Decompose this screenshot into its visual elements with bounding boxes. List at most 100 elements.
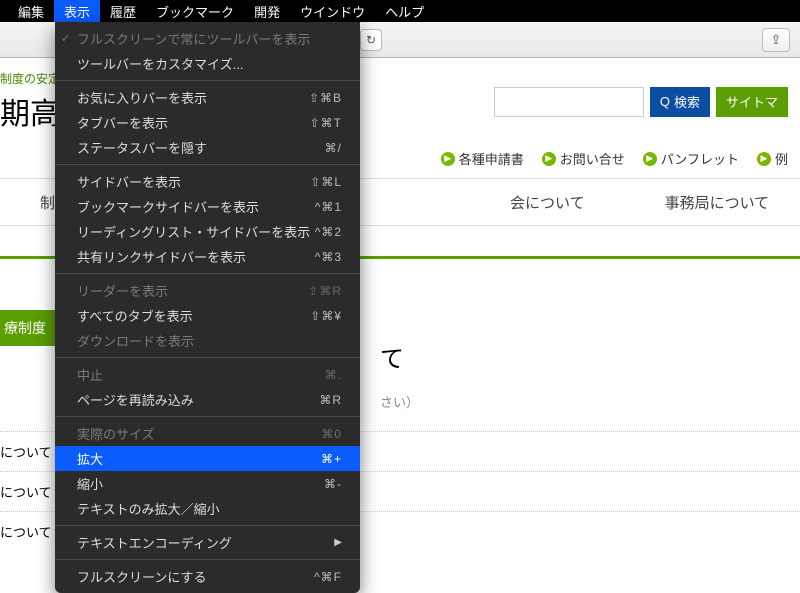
menubar-item-bookmarks[interactable]: ブックマーク: [146, 0, 244, 23]
quicklink-contact[interactable]: ▶ お問い合せ: [542, 149, 625, 168]
menu-item[interactable]: サイドバーを表示⇧⌘L: [55, 169, 360, 194]
submenu-arrow-icon: ▶: [334, 537, 342, 548]
menubar-item-window[interactable]: ウインドウ: [290, 0, 375, 23]
menu-item-shortcut: ⌘R: [319, 393, 342, 407]
menu-item-label: 拡大: [77, 449, 321, 468]
menu-item: 中止⌘.: [55, 362, 360, 387]
menu-item: ダウンロードを表示: [55, 328, 360, 353]
menu-item[interactable]: ページを再読み込み⌘R: [55, 387, 360, 412]
menu-item-label: ツールバーをカスタマイズ...: [77, 54, 342, 73]
menu-item-shortcut: ⇧⌘R: [308, 284, 342, 298]
menu-separator: [55, 525, 360, 526]
menu-item-label: ページを再読み込み: [77, 390, 319, 409]
menu-item[interactable]: ツールバーをカスタマイズ...: [55, 51, 360, 76]
hint-fragment: さい）: [380, 392, 800, 411]
menu-item[interactable]: 縮小⌘-: [55, 471, 360, 496]
quicklink-pamphlet[interactable]: ▶ パンフレット: [643, 149, 739, 168]
system-menubar: 編集 表示 履歴 ブックマーク 開発 ウインドウ ヘルプ: [0, 0, 800, 22]
quicklink-example[interactable]: ▶例: [757, 149, 788, 168]
menu-item[interactable]: お気に入りバーを表示⇧⌘B: [55, 85, 360, 110]
menubar-item-help[interactable]: ヘルプ: [375, 0, 434, 23]
nav-item-association[interactable]: 会について: [470, 192, 625, 213]
menu-item-shortcut: ⌘-: [324, 477, 342, 491]
menu-item-label: リーダーを表示: [77, 281, 308, 300]
menu-item-label: テキストのみ拡大／縮小: [77, 499, 342, 518]
search-button[interactable]: Q 検索: [650, 87, 710, 117]
menu-item-shortcut: ⇧⌘T: [310, 116, 342, 130]
menu-item-label: テキストエンコーディング: [77, 533, 334, 552]
page-title-fragment: 期高: [0, 89, 60, 133]
menu-separator: [55, 273, 360, 274]
menu-item-label: サイドバーを表示: [77, 172, 310, 191]
quicklink-label: お問い合せ: [560, 149, 625, 168]
menubar-item-view[interactable]: 表示: [54, 0, 100, 23]
menu-item[interactable]: 拡大⌘+: [55, 446, 360, 471]
menu-separator: [55, 80, 360, 81]
menubar-item-develop[interactable]: 開発: [244, 0, 290, 23]
share-icon: ⇪: [771, 32, 782, 48]
menu-item-shortcut: ^⌘3: [315, 250, 342, 264]
menu-item[interactable]: フルスクリーンにする^⌘F: [55, 564, 360, 589]
menu-item-label: 縮小: [77, 474, 324, 493]
search-icon: Q: [660, 94, 670, 109]
menu-item: 実際のサイズ⌘0: [55, 421, 360, 446]
quicklink-label: パンフレット: [661, 149, 739, 168]
menu-item-label: 中止: [77, 365, 325, 384]
menu-item[interactable]: ブックマークサイドバーを表示^⌘1: [55, 194, 360, 219]
menu-item-label: フルスクリーンにする: [77, 567, 314, 586]
menu-item-label: 実際のサイズ: [77, 424, 321, 443]
play-icon: ▶: [757, 152, 771, 166]
section-heading-fragment: て: [380, 339, 800, 374]
view-menu-dropdown: ✓ フルスクリーンで常にツールバーを表示ツールバーをカスタマイズ... お気に入りバ…: [55, 22, 360, 593]
share-button[interactable]: ⇪: [762, 28, 790, 52]
menu-item-label: お気に入りバーを表示: [77, 88, 309, 107]
menubar-item-history[interactable]: 履歴: [100, 0, 146, 23]
menu-item[interactable]: タブバーを表示⇧⌘T: [55, 110, 360, 135]
check-icon: ✓: [61, 32, 70, 45]
search-button-label: 検索: [674, 92, 700, 111]
quicklink-forms[interactable]: ▶各種申請書: [441, 149, 524, 168]
quicklink-label: 例: [775, 149, 788, 168]
menu-item-shortcut: ⌘.: [325, 368, 342, 382]
menu-item-shortcut: ⇧⌘¥: [310, 309, 342, 323]
menu-item[interactable]: ステータスバーを隠す⌘/: [55, 135, 360, 160]
menu-item-shortcut: ⇧⌘L: [310, 175, 342, 189]
menu-item: ✓ フルスクリーンで常にツールバーを表示: [55, 26, 360, 51]
menu-separator: [55, 416, 360, 417]
menu-item-label: リーディングリスト・サイドバーを表示: [77, 222, 315, 241]
menu-item-shortcut: ^⌘1: [315, 200, 342, 214]
menubar-item-edit[interactable]: 編集: [8, 0, 54, 23]
menu-item[interactable]: テキストエンコーディング▶: [55, 530, 360, 555]
menu-item: リーダーを表示⇧⌘R: [55, 278, 360, 303]
tagline: 制度の安定: [0, 70, 60, 87]
menu-item-label: ダウンロードを表示: [77, 331, 342, 350]
menu-item[interactable]: リーディングリスト・サイドバーを表示^⌘2: [55, 219, 360, 244]
menu-item[interactable]: すべてのタブを表示⇧⌘¥: [55, 303, 360, 328]
menu-item-label: すべてのタブを表示: [77, 306, 310, 325]
menu-separator: [55, 357, 360, 358]
nav-item-office[interactable]: 事務局について: [625, 192, 800, 213]
menu-separator: [55, 559, 360, 560]
menu-item-label: ステータスバーを隠す: [77, 138, 325, 157]
menu-item-shortcut: ⌘/: [325, 141, 342, 155]
menu-item-shortcut: ^⌘2: [315, 225, 342, 239]
menu-item-label: フルスクリーンで常にツールバーを表示: [77, 29, 342, 48]
menu-item-shortcut: ^⌘F: [314, 570, 342, 584]
reload-icon: ↻: [366, 33, 376, 47]
play-icon: ▶: [643, 152, 657, 166]
quicklink-label: 各種申請書: [459, 149, 524, 168]
menu-item-label: 共有リンクサイドバーを表示: [77, 247, 315, 266]
menu-separator: [55, 164, 360, 165]
url-bar-area: ↻: [360, 29, 742, 51]
search-input[interactable]: [494, 87, 644, 117]
menu-item-shortcut: ⌘+: [321, 452, 342, 466]
sitemap-button[interactable]: サイトマ: [716, 87, 788, 117]
menu-item-shortcut: ⌘0: [321, 427, 342, 441]
menu-item-shortcut: ⇧⌘B: [309, 91, 342, 105]
reload-button[interactable]: ↻: [360, 29, 382, 51]
menu-item-label: ブックマークサイドバーを表示: [77, 197, 315, 216]
menu-item-label: タブバーを表示: [77, 113, 310, 132]
side-tag: 療制度: [0, 310, 56, 346]
play-icon: ▶: [542, 152, 556, 166]
menu-item[interactable]: 共有リンクサイドバーを表示^⌘3: [55, 244, 360, 269]
